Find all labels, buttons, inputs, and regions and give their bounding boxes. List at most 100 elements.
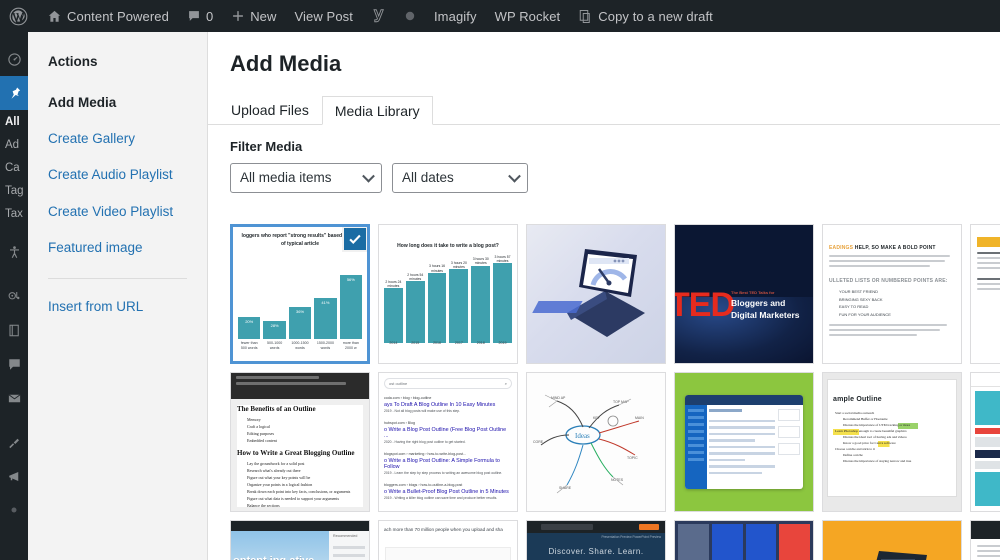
view-post-menu[interactable]: View Post <box>286 0 362 32</box>
attachment-partial-bottom-orange[interactable] <box>822 520 962 560</box>
search-result: hubspot.com › Blog o Write a Blog Post O… <box>384 421 512 445</box>
sidebar-submenu-taxonomy[interactable]: Tax <box>0 202 28 225</box>
sidebar-submenu-all[interactable]: All <box>0 110 28 133</box>
pages-icon[interactable] <box>0 313 28 347</box>
attachment-selected-checkbox[interactable] <box>342 227 367 252</box>
navbar <box>527 521 665 533</box>
thumbnail-artwork: Presentation Preview PowerPoint Preview … <box>527 521 665 560</box>
filter-bar: Filter Media All media items All dates <box>208 125 1000 193</box>
attachment-laptop-speed-illustration[interactable] <box>526 224 666 364</box>
plugin-circle-menu[interactable] <box>395 0 425 32</box>
imagify-menu[interactable]: Imagify <box>425 0 486 32</box>
sidebar-submenu-add[interactable]: Ad <box>0 133 28 156</box>
yoast-seo-menu[interactable] <box>362 0 395 32</box>
media-icon[interactable] <box>0 279 28 313</box>
megaphone-icon[interactable] <box>0 459 28 493</box>
chart-xlabel: 2016 <box>433 341 442 345</box>
chart-bar-stack: 3 hours 57 minutes <box>493 255 512 343</box>
wordpress-logo-menu[interactable] <box>0 0 38 32</box>
doc-list-item: Memory <box>247 417 261 422</box>
sidebar-item-add-media[interactable]: Add Media <box>28 85 207 121</box>
sidebar-item-create-audio-playlist[interactable]: Create Audio Playlist <box>28 157 207 193</box>
date-filter-value: All dates <box>402 170 454 186</box>
media-actions-sidebar: Actions Add Media Create Gallery Create … <box>28 32 208 560</box>
dot-icon[interactable] <box>0 493 28 527</box>
search-result: bloggers.com › blogs › how-to-outline-a-… <box>384 483 512 501</box>
sidebar-item-insert-from-url[interactable]: Insert from URL <box>28 289 207 325</box>
actions-heading: Actions <box>48 54 98 69</box>
circle-icon <box>404 10 416 22</box>
result-title: ays To Draft A Blog Outline In 10 Easy M… <box>384 401 496 408</box>
upload-panel: Upload a file ılı PDF <box>385 547 511 560</box>
filter-media-label: Filter Media <box>230 138 303 154</box>
attachment-sample-outline-document[interactable]: ample Outline Start a social media outre… <box>822 372 962 512</box>
result-url: blogspot.com › marketing › how-to-write-… <box>384 452 467 457</box>
attachment-wordpress-editor-illustration[interactable] <box>674 372 814 512</box>
page-title: Add Media <box>230 51 342 76</box>
ted-headline: Bloggers and Digital Marketers <box>731 298 800 320</box>
comments-icon[interactable] <box>0 347 28 381</box>
word-ribbon <box>231 373 369 399</box>
tab-upload-files[interactable]: Upload Files <box>230 95 322 124</box>
comment-bubble-icon <box>187 9 201 23</box>
attachment-content-marketing-beach-image[interactable]: ontent ing ative Recommended <box>230 520 370 560</box>
doc-list-item: EASY TO READ <box>839 304 869 310</box>
attachment-presentation-templates-grid[interactable] <box>674 520 814 560</box>
pin-posts-icon[interactable] <box>0 76 28 110</box>
thumbnail-artwork <box>823 521 961 560</box>
comments-menu[interactable]: 0 <box>178 0 222 32</box>
comments-count: 0 <box>205 8 214 24</box>
attachment-ted-talks-bloggers-image[interactable]: TED The Best TED Talks for Bloggers and … <box>674 224 814 364</box>
chart-bar-stack: 3 hours 16 minutes <box>427 255 447 343</box>
tab-media-library[interactable]: Media Library <box>321 95 433 125</box>
thumbnail-artwork: ost outline ⌕ coda.com › blog › blog-out… <box>379 373 517 511</box>
attachment-slideshare-upload-panel[interactable]: ach more than 70 million people when you… <box>378 520 518 560</box>
chart-xlabel: more than 2000 w <box>342 341 359 350</box>
media-type-select[interactable]: All media items <box>230 162 382 193</box>
result-snippet: 2019 - Not all blog posts will make use … <box>384 409 461 413</box>
upload-header-text: ach more than 70 million people when you… <box>384 527 503 532</box>
dashboard-icon[interactable] <box>0 42 28 76</box>
attachment-mind-map-image[interactable]: Ideas MIND AP TOP MAP MAIN TOPIC SHARE N… <box>526 372 666 512</box>
doc-list-item: YOUR BEST FRIEND <box>839 289 879 294</box>
attachment-bold-point-document[interactable]: EADINGS HELP, SO MAKE A BOLD POINT ULLET… <box>822 224 962 364</box>
plugins-icon[interactable] <box>0 425 28 459</box>
sidebar-submenu-tags[interactable]: Tag <box>0 179 28 202</box>
new-content-menu[interactable]: New <box>222 0 285 32</box>
sidebar-label: Recommended <box>333 534 358 538</box>
date-filter-select[interactable]: All dates <box>392 162 528 193</box>
attachment-slideshare-homepage[interactable]: Presentation Preview PowerPoint Preview … <box>526 520 666 560</box>
result-snippet: 2019 - Learn the step by step process to… <box>384 471 503 476</box>
sidebar-item-create-video-playlist[interactable]: Create Video Playlist <box>28 194 207 230</box>
upload-button <box>639 524 659 530</box>
attachment-partial-bottom-right[interactable] <box>970 520 1000 560</box>
chevron-down-icon <box>362 169 375 183</box>
result-snippet: 2019 - Writing a killer blog outline can… <box>384 496 498 501</box>
attachment-blog-length-results-chart[interactable]: loggers who report "strong results" base… <box>230 224 370 364</box>
wp-rocket-label: WP Rocket <box>494 8 561 24</box>
attachments-grid[interactable]: loggers who report "strong results" base… <box>230 224 1000 560</box>
wp-rocket-menu[interactable]: WP Rocket <box>486 0 570 32</box>
accessibility-icon[interactable] <box>0 235 28 269</box>
chart-bar: 20% <box>238 316 261 339</box>
sidebar-submenu-categories[interactable]: Ca <box>0 156 28 179</box>
mail-icon[interactable] <box>0 381 28 415</box>
doc-list-item: Organize your points in a logical fashio… <box>247 482 313 487</box>
chart-bar-label: 3 hours 30 minutes <box>472 257 489 266</box>
attachment-benefits-of-outline-document[interactable]: The Benefits of an Outline Memory Craft … <box>230 372 370 512</box>
sidebar-item-featured-image[interactable]: Featured image <box>28 230 207 266</box>
search-box <box>541 524 593 530</box>
laptop-flat-icon <box>876 551 927 560</box>
site-name-menu[interactable]: Content Powered <box>38 0 178 32</box>
chart-title: How long does it take to write a blog po… <box>397 243 499 249</box>
svg-text:KEY: KEY <box>593 416 601 420</box>
attachment-partial-thumbnail-right[interactable] <box>970 224 1000 364</box>
attachment-partial-thumbnail-right-2[interactable] <box>970 372 1000 512</box>
search-input[interactable]: ost outline ⌕ <box>384 378 512 389</box>
sidebar-item-create-gallery[interactable]: Create Gallery <box>28 121 207 157</box>
attachment-time-to-write-blog-post-chart[interactable]: How long does it take to write a blog po… <box>378 224 518 364</box>
attachment-google-search-results[interactable]: ost outline ⌕ coda.com › blog › blog-out… <box>378 372 518 512</box>
chart-bar-stack: 3 hours 20 minutes <box>449 255 469 343</box>
copy-to-new-draft-menu[interactable]: Copy to a new draft <box>569 0 722 32</box>
thumbnail-artwork: TED The Best TED Talks for Bloggers and … <box>675 225 813 363</box>
